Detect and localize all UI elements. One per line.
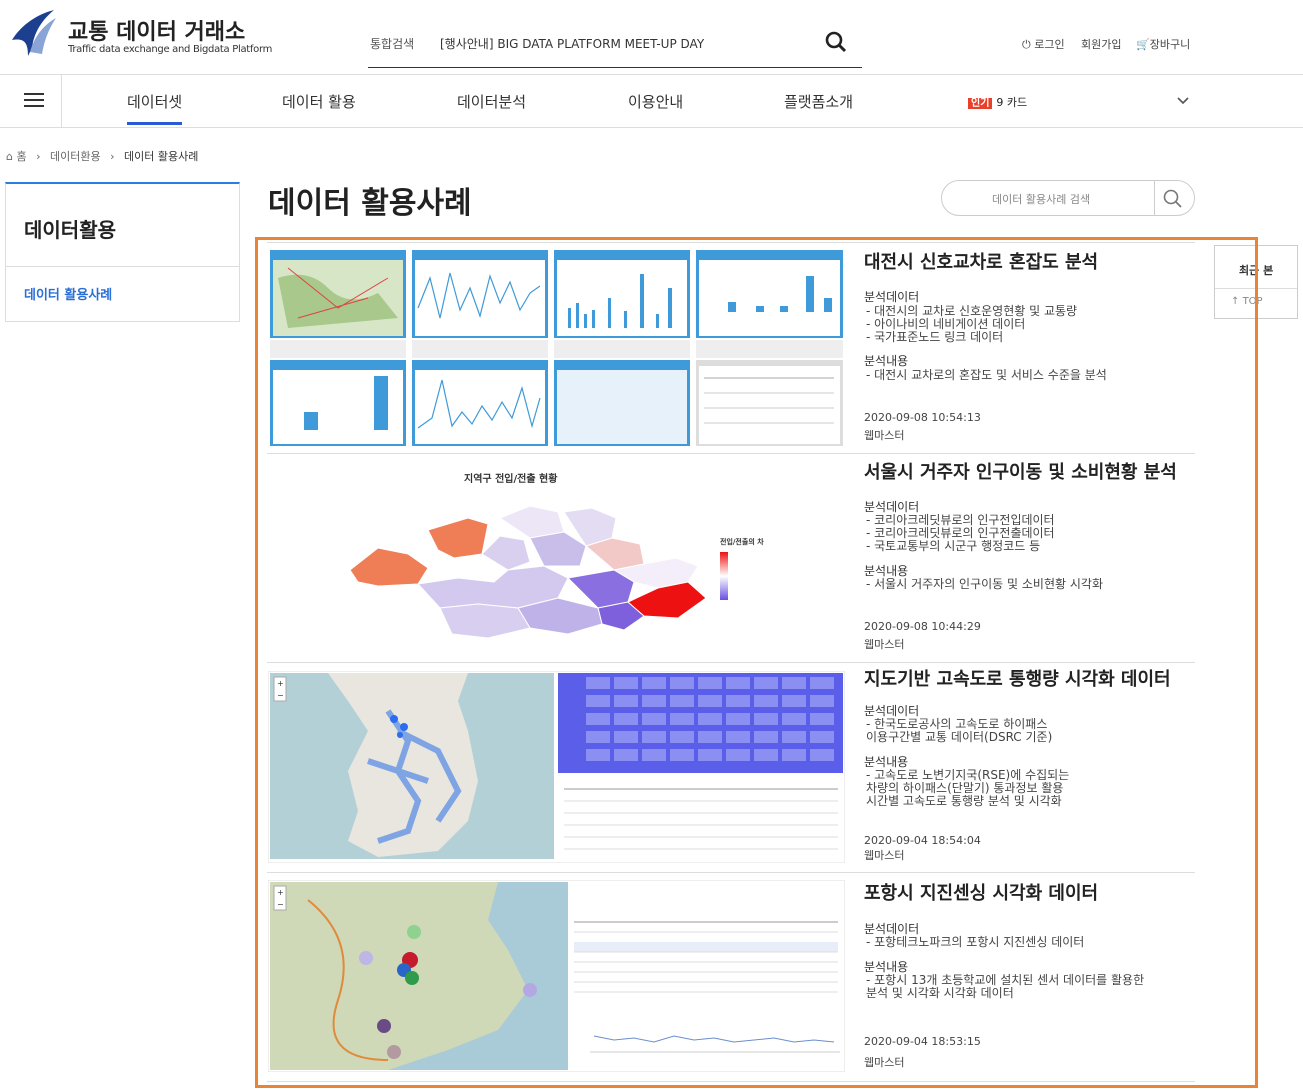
search-icon[interactable] <box>1162 188 1184 210</box>
hot-badge: 인기 <box>968 98 993 109</box>
side-nav-title: 데이터활용 <box>24 218 116 242</box>
global-search: 통합검색 [행사안내] BIG DATA PLATFORM MEET-UP DA… <box>368 22 862 68</box>
cart-link[interactable]: 🛒장바구니 <box>1136 36 1190 52</box>
nav-dataset[interactable]: 데이터셋 <box>127 91 183 125</box>
nav-guide[interactable]: 이용안내 <box>628 91 683 112</box>
chevron-down-icon[interactable] <box>1176 95 1190 107</box>
join-link[interactable]: 회원가입 <box>1081 36 1121 52</box>
logo-title: 교통 데이터 거래소 <box>68 20 246 45</box>
hot-keyword[interactable]: 인기 9 카드 <box>968 94 1027 110</box>
highlight-frame <box>255 237 1258 1088</box>
site-logo[interactable]: 교통 데이터 거래소 Traffic data exchange and Big… <box>8 8 272 64</box>
nav-data-analysis[interactable]: 데이터분석 <box>457 91 526 112</box>
breadcrumb-level2[interactable]: 데이터 활용사례 <box>124 150 198 163</box>
breadcrumb-level1[interactable]: 데이터환용 <box>50 150 101 163</box>
search-input[interactable]: [행사안내] BIG DATA PLATFORM MEET-UP DAY <box>440 35 704 52</box>
menu-button[interactable] <box>0 75 62 127</box>
logo-icon <box>12 10 56 56</box>
main-nav: 데이터셋 데이터 활용 데이터분석 이용안내 플랫폼소개 인기 9 카드 <box>0 74 1303 128</box>
case-search: 데이터 활용사례 검색 <box>941 180 1195 216</box>
side-nav-item-cases[interactable]: 데이터 활용사례 <box>24 284 112 303</box>
side-nav: 데이터활용 데이터 활용사례 <box>5 182 240 322</box>
nav-platform[interactable]: 플랫폼소개 <box>784 91 853 112</box>
search-icon[interactable] <box>824 30 848 54</box>
page-title: 데이터 활용사례 <box>268 186 472 221</box>
power-icon: ⏻ <box>1022 38 1031 51</box>
nav-data-usage[interactable]: 데이터 활용 <box>282 91 356 112</box>
search-label: 통합검색 <box>370 37 415 51</box>
cart-icon: 🛒 <box>1136 38 1150 51</box>
logo-subtitle: Traffic data exchange and Bigdata Platfo… <box>68 44 273 55</box>
case-search-input[interactable]: 데이터 활용사례 검색 <box>992 191 1090 207</box>
home-icon: ⌂ <box>6 150 13 163</box>
breadcrumb: ⌂ 홈 › 데이터환용 › 데이터 활용사례 <box>6 150 199 163</box>
login-link[interactable]: ⏻ 로그인 <box>1022 36 1065 52</box>
breadcrumb-home[interactable]: 홈 <box>16 150 26 163</box>
